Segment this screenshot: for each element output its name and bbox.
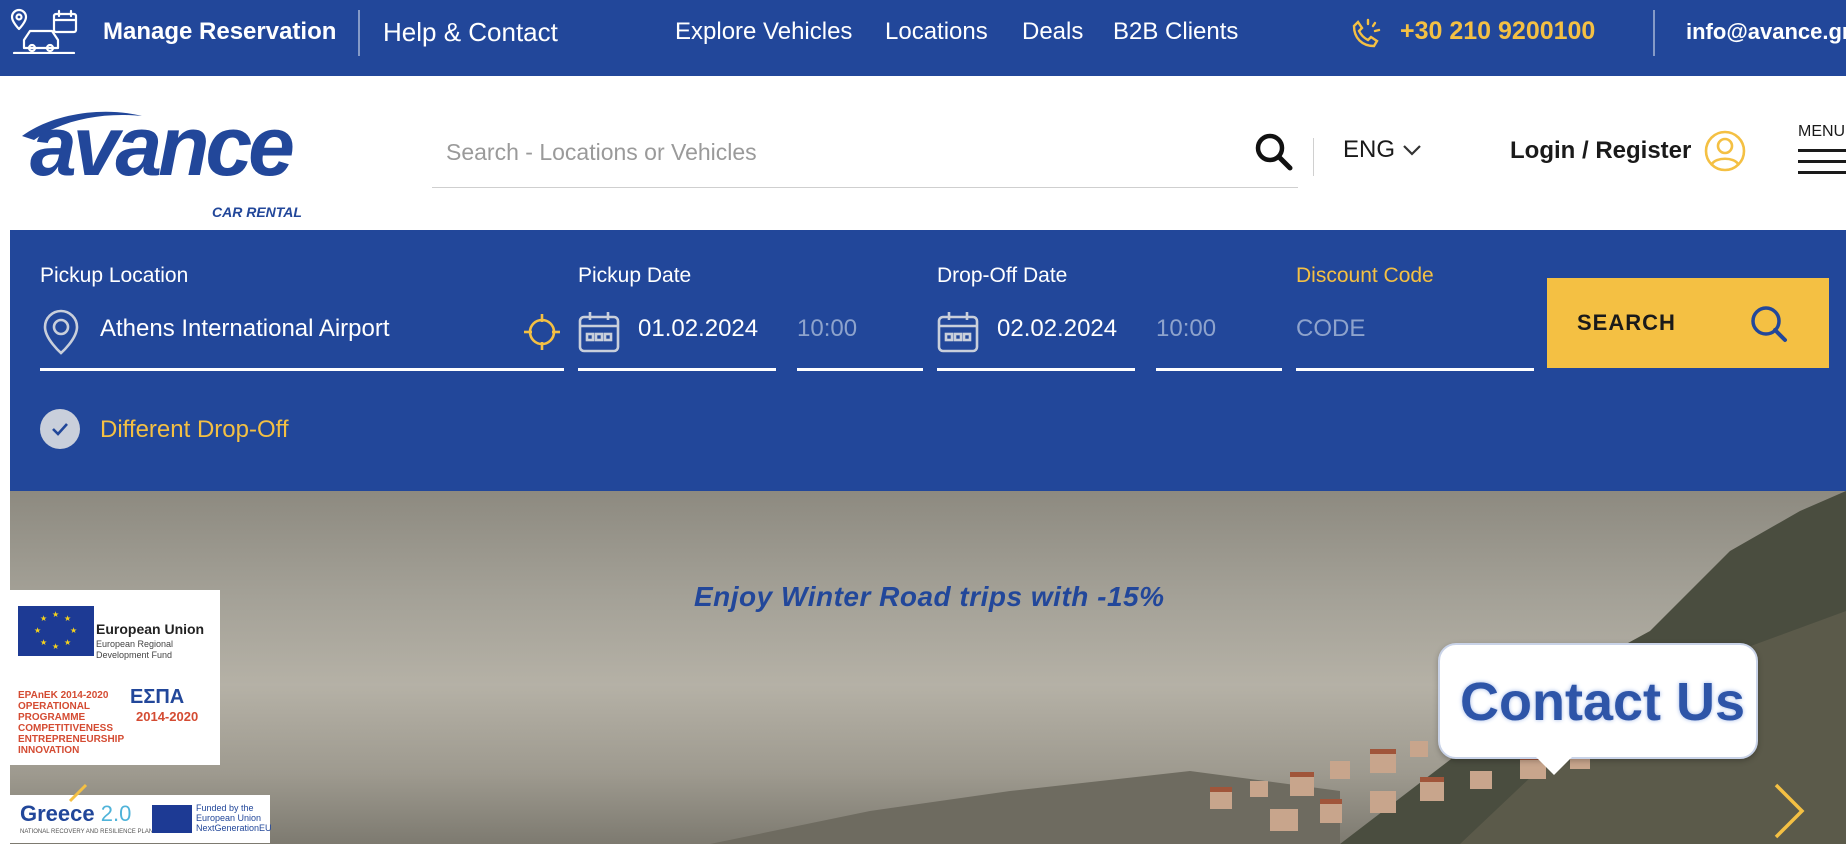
espa-years: 2014-2020 [136,709,199,724]
calendar-icon[interactable] [578,310,620,354]
car-reservation-icon[interactable] [10,8,78,54]
phone-number[interactable]: +30 210 9200100 [1400,17,1595,46]
field-underline [1156,368,1282,371]
nav-explore-vehicles[interactable]: Explore Vehicles [675,18,852,46]
login-register-link[interactable]: Login / Register [1510,137,1691,165]
eu-subtitle: European Regional Development Fund [96,639,174,660]
eu-funding-badge: ★ ★ ★ ★ ★ ★ ★ ★ European Union European Regi… [10,590,220,765]
hamburger-bar [1798,160,1846,163]
pickup-location-label: Pickup Location [40,264,189,287]
field-underline [937,368,1135,371]
divider [358,10,360,56]
divider [1653,10,1655,56]
chevron-right-icon[interactable] [1768,781,1808,841]
manage-reservation-link[interactable]: Manage Reservation [103,18,336,46]
logo-wordmark: avance [30,99,295,193]
search-icon[interactable] [1252,130,1296,174]
field-underline [797,368,923,371]
email-link[interactable]: info@avance.gr [1686,19,1846,45]
pickup-date-field[interactable]: 01.02.2024 [638,315,758,343]
pickup-location-field[interactable]: Athens International Airport [100,315,390,343]
dropoff-date-field[interactable]: 02.02.2024 [997,315,1117,343]
different-dropoff-checkbox[interactable] [40,409,80,449]
logo-subtitle: CAR RENTAL [212,204,302,220]
contact-us-button[interactable]: Contact Us [1438,643,1758,775]
help-contact-link[interactable]: Help & Contact [383,17,558,48]
calendar-icon[interactable] [937,310,979,354]
phone-icon [1352,18,1381,48]
search-input[interactable] [444,130,1204,174]
field-underline [40,368,564,371]
epanek-label: EPAnEK 2014-2020 OPERATIONAL PROGRAMME C… [18,690,124,756]
top-bar: Manage Reservation Help & Contact Explor… [0,0,1846,76]
user-icon[interactable] [1703,129,1747,173]
nav-deals[interactable]: Deals [1022,18,1083,46]
booking-form: Pickup Location Athens International Air… [10,230,1846,491]
hamburger-bar [1798,171,1846,174]
site-search [432,120,1298,188]
location-pin-icon [43,309,79,355]
field-underline [1296,368,1534,371]
nav-b2b-clients[interactable]: B2B Clients [1113,18,1238,46]
search-icon [1751,306,1787,342]
greece-subtitle: NATIONAL RECOVERY AND RESILIENCE PLAN [20,829,154,835]
language-selector[interactable]: ENG [1343,136,1421,164]
nav-locations[interactable]: Locations [885,18,988,46]
divider [1313,138,1314,176]
language-label: ENG [1343,136,1396,163]
chevron-left-icon[interactable] [62,781,92,821]
pickup-time-field[interactable]: 10:00 [797,315,857,343]
field-underline [578,368,776,371]
pickup-date-label: Pickup Date [578,264,692,287]
search-button-label: SEARCH [1577,310,1676,335]
search-button[interactable]: SEARCH [1547,278,1829,368]
check-icon [52,423,68,436]
menu-button[interactable]: MENU [1798,123,1846,174]
contact-us-label: Contact Us [1460,672,1746,732]
greece-version: 2.0 [100,801,132,826]
hamburger-icon [1798,149,1846,152]
locate-me-icon[interactable] [522,312,562,352]
dropoff-time-field[interactable]: 10:00 [1156,315,1216,343]
different-dropoff-label[interactable]: Different Drop-Off [100,416,289,444]
promo-headline: Enjoy Winter Road trips with -15% [694,581,1165,612]
hero-banner: Enjoy Winter Road trips with -15% ★ ★ ★ ★ … [10,491,1846,844]
avance-logo[interactable]: avance CAR RENTAL [12,99,312,220]
eu-title: European Union [96,621,205,637]
greece-2-badge: Greece 2.0 NATIONAL RECOVERY AND RESILIE… [10,795,272,843]
discount-code-label: Discount Code [1296,264,1434,287]
chevron-down-icon [1403,145,1421,156]
dropoff-date-label: Drop-Off Date [937,264,1068,287]
funded-by-eu: Funded by the European Union NextGenerat… [196,803,272,833]
main-header: avance CAR RENTAL ENG Login / Register M… [0,76,1846,228]
espa-label: ΕΣΠΑ [130,686,185,708]
menu-label: MENU [1798,123,1846,140]
eu-flag-icon: ★ ★ ★ ★ ★ ★ ★ ★ [18,606,94,656]
eu-flag-icon [152,805,192,833]
discount-code-input[interactable]: CODE [1296,315,1365,343]
